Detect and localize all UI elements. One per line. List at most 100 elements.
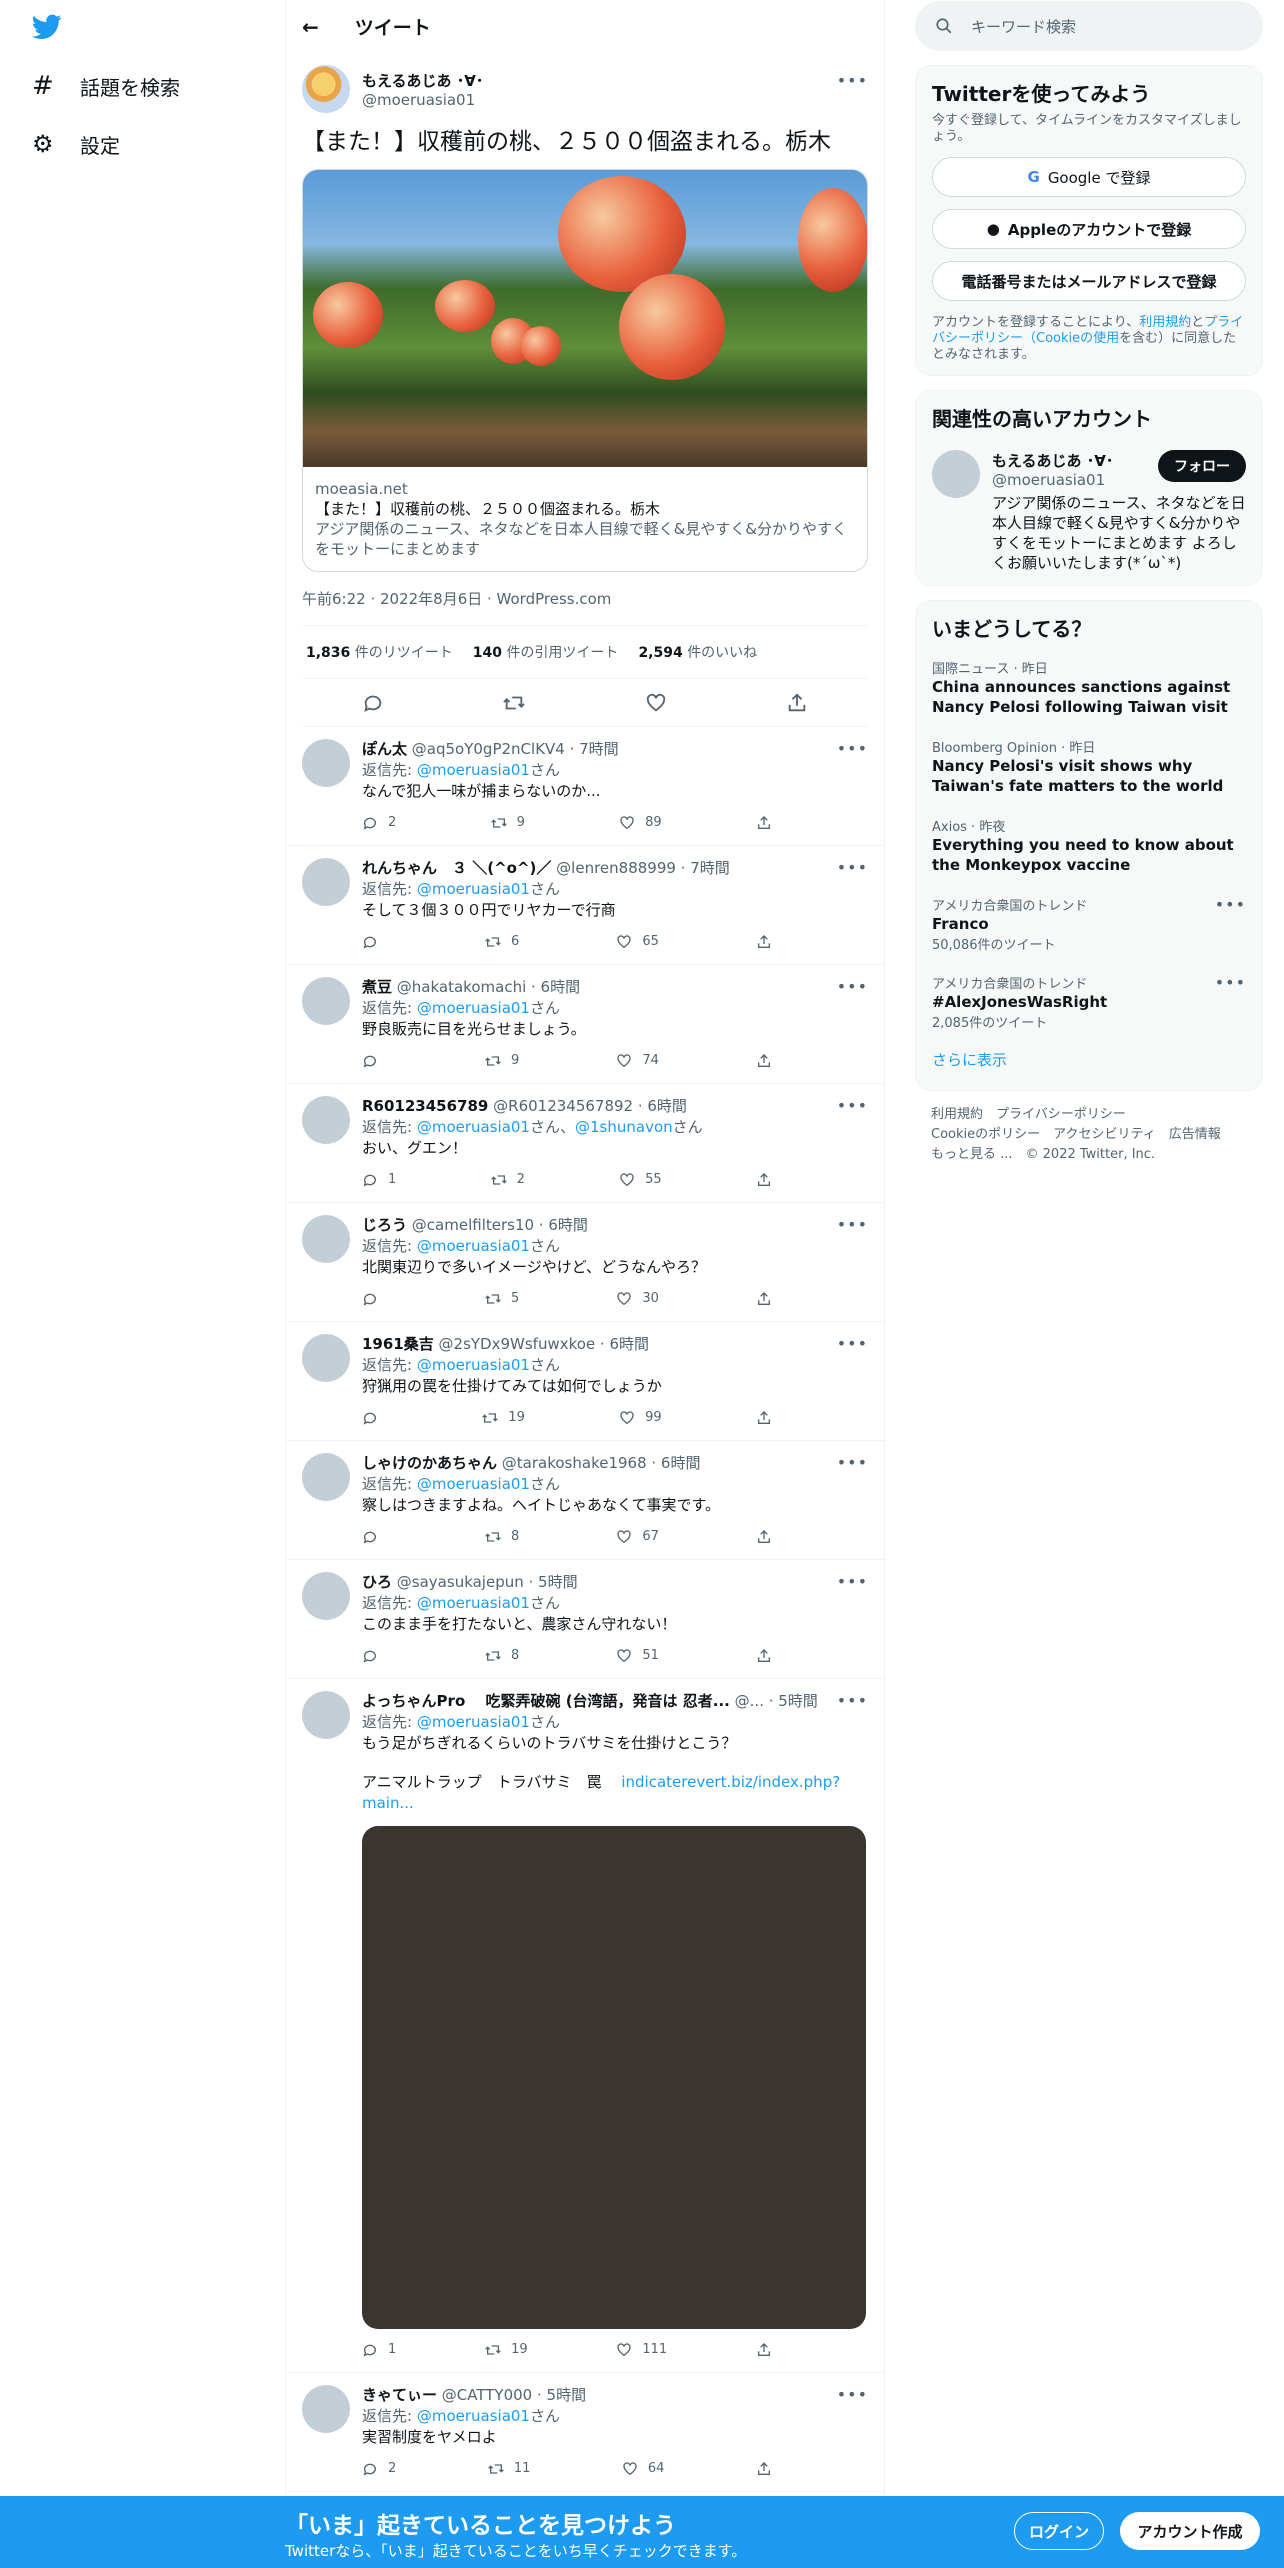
reply-tweet[interactable]: じろう @camelfilters10 · 6時間 返信先: @moeruasia… [286,1203,884,1322]
more-options-icon[interactable]: ••• [837,1215,868,1234]
retweet-button[interactable]: 5 [485,1288,519,1309]
search-input[interactable]: キーワード検索 [915,1,1263,51]
google-signup-button[interactable]: G Google で登録 [932,157,1246,197]
reply-button[interactable]: 1 [362,1169,396,1190]
reply-author-name[interactable]: きゃてぃー [362,2386,437,2404]
author-handle[interactable]: @moeruasia01 [362,91,483,109]
trend-item[interactable]: アメリカ合衆国のトレンド #AlexJonesWasRight 2,085件のツイー… [932,963,1246,1041]
like-button[interactable]: 67 [616,1526,659,1547]
author-name[interactable]: もえるあじあ ･∀･ [362,70,483,91]
reply-button[interactable]: 2 [362,2458,396,2479]
mention-link[interactable]: @moeruasia01 [417,1237,530,1255]
retweet-button[interactable]: 19 [485,2339,528,2360]
mention-link[interactable]: @moeruasia01 [417,999,530,1017]
retweet-button[interactable]: 8 [485,1645,519,1666]
avatar[interactable] [302,65,350,113]
reply-tweet[interactable]: 煮豆 @hakatakomachi · 6時間 返信先: @moeruasia01… [286,965,884,1084]
more-options-icon[interactable]: ••• [837,1572,868,1591]
mention-link[interactable]: @moeruasia01 [417,2407,530,2425]
retweet-button[interactable]: 9 [485,1050,519,1071]
more-options-icon[interactable]: ••• [837,2385,868,2404]
share-button[interactable] [756,1407,772,1428]
mention-link[interactable]: @moeruasia01 [417,880,530,898]
apple-signup-button[interactable]: ● Appleのアカウントで登録 [932,209,1246,249]
more-options-icon[interactable]: ••• [1215,973,1246,992]
trend-item[interactable]: 国際ニュース · 昨日 China announces sanctions aga… [932,648,1246,727]
share-button[interactable] [756,1645,772,1666]
avatar[interactable] [932,450,980,498]
show-more-link[interactable]: さらに表示 [932,1041,1246,1078]
reply-author-name[interactable]: しゃけのかあちゃん [362,1454,497,1472]
terms-link[interactable]: 利用規約 [1139,315,1191,330]
reply-tweet[interactable]: よっちゃんPro 吃緊弄破碗 (台湾語，発音は 忍者... @... · 5時間… [286,1679,884,2373]
reply-button[interactable]: 1 [362,2339,396,2360]
avatar[interactable] [302,1215,350,1263]
reply-author-name[interactable]: ひろ [362,1573,392,1591]
avatar[interactable] [302,858,350,906]
mention-link[interactable]: @moeruasia01 [417,1356,530,1374]
phone-signup-button[interactable]: 電話番号またはメールアドレスで登録 [932,261,1246,301]
login-button[interactable]: ログイン [1014,2512,1104,2550]
nav-explore[interactable]: # 話題を検索 [32,64,180,108]
reply-icon[interactable] [362,692,384,714]
footer-line-3[interactable]: もっと見る ... © 2022 Twitter, Inc. [931,1145,1247,1165]
retweet-button[interactable]: 2 [490,1169,525,1190]
quote-stat[interactable]: 140 件の引用ツイート [473,642,619,662]
more-options-icon[interactable]: ••• [837,1453,868,1472]
avatar[interactable] [302,1453,350,1501]
share-button[interactable] [756,1169,772,1190]
mention-link[interactable]: @moeruasia01 [417,1713,530,1731]
footer-line-1[interactable]: 利用規約 プライバシーポリシー [931,1105,1247,1125]
reply-tweet[interactable]: ぽん太 @aq5oY0gP2nClKV4 · 7時間 返信先: @moeruasi… [286,727,884,846]
share-button[interactable] [756,812,772,833]
more-options-icon[interactable]: ••• [837,858,868,877]
reply-author-name[interactable]: 煮豆 [362,978,392,996]
share-button[interactable] [756,1526,772,1547]
nav-settings[interactable]: ⚙ 設定 [32,122,120,166]
trend-item[interactable]: Bloomberg Opinion · 昨日 Nancy Pelosi's vis… [932,727,1246,806]
trend-item[interactable]: Axios · 昨夜 Everything you need to know ab… [932,806,1246,885]
reply-button[interactable] [362,1407,388,1428]
reply-author-name[interactable]: ぽん太 [362,740,407,758]
more-options-icon[interactable]: ••• [837,977,868,996]
mention-link[interactable]: @moeruasia01 [417,1594,530,1612]
share-button[interactable] [756,1288,772,1309]
link-card[interactable]: moeasia.net 【また！】収穫前の桃、２５００個盗まれる。栃木 アジア関… [302,169,868,572]
mention-link[interactable]: @moeruasia01 [417,1118,530,1136]
like-button[interactable]: 64 [622,2458,664,2479]
share-button[interactable] [756,2458,772,2479]
like-stat[interactable]: 2,594 件のいいね [638,642,757,662]
more-options-icon[interactable]: ••• [1215,895,1246,914]
reply-author-name[interactable]: れんちゃん ３ ＼(^o^)／ [362,859,551,877]
reply-author-name[interactable]: よっちゃんPro 吃緊弄破碗 (台湾語，発音は 忍者... [362,1692,730,1710]
reply-tweet[interactable]: R60123456789 @R601234567892 · 6時間 返信先: @m… [286,1084,884,1203]
trend-item[interactable]: アメリカ合衆国のトレンド Franco 50,086件のツイート ••• [932,885,1246,963]
reply-button[interactable]: 2 [362,812,396,833]
like-button[interactable]: 30 [616,1288,659,1309]
retweet-button[interactable]: 9 [490,812,525,833]
reply-tweet[interactable]: 1961桑吉 @2sYDx9Wsfuwxkoe · 6時間 返信先: @moeru… [286,1322,884,1441]
avatar[interactable] [302,977,350,1025]
twitter-logo-icon[interactable] [32,14,64,42]
reply-author-name[interactable]: R60123456789 [362,1097,488,1115]
signup-button[interactable]: アカウント作成 [1120,2512,1260,2550]
mention-link[interactable]: @moeruasia01 [417,1475,530,1493]
share-button[interactable] [756,2339,772,2360]
footer-line-2[interactable]: Cookieのポリシー アクセシビリティ 広告情報 [931,1125,1247,1145]
retweet-button[interactable]: 19 [482,1407,525,1428]
retweet-button[interactable]: 11 [488,2458,530,2479]
like-button[interactable]: 74 [616,1050,659,1071]
media-image[interactable] [362,1826,866,2329]
reply-button[interactable] [362,1645,388,1666]
avatar[interactable] [302,739,350,787]
share-button[interactable] [756,1050,772,1071]
more-options-icon[interactable]: ••• [837,1691,868,1710]
more-options-icon[interactable]: ••• [837,739,868,758]
avatar[interactable] [302,1096,350,1144]
more-options-icon[interactable]: ••• [837,71,868,90]
reply-tweet[interactable]: ひろ @sayasukajepun · 5時間 返信先: @moeruasia01… [286,1560,884,1679]
like-button[interactable]: 51 [616,1645,659,1666]
like-icon[interactable] [645,692,667,714]
reply-tweet[interactable]: れんちゃん ３ ＼(^o^)／ @lenren888999 · 7時間 返信先: … [286,846,884,965]
mention-link[interactable]: @1shunavon [575,1118,673,1136]
